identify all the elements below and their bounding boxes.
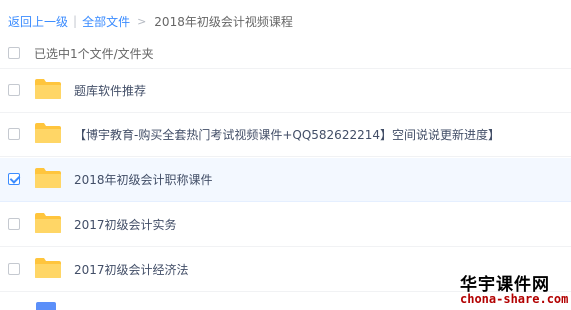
file-name[interactable]: 2017初级会计实务 [74, 216, 177, 233]
watermark-url: chona-share.com [460, 292, 569, 306]
row-checkbox[interactable] [8, 263, 20, 275]
select-all-checkbox[interactable] [8, 47, 20, 59]
file-name[interactable]: 2017初级会计经济法 [74, 261, 189, 278]
folder-icon [34, 257, 62, 279]
selection-count-label: 已选中1个文件/文件夹 [34, 46, 154, 61]
folder-icon [34, 212, 62, 234]
breadcrumb-separator: | [73, 14, 78, 28]
selection-header: 已选中1个文件/文件夹 [0, 38, 571, 69]
breadcrumb: 返回上一级 | 全部文件 > 2018年初级会计视频课程 [8, 12, 293, 30]
file-row[interactable]: 2017初级会计实务 [0, 203, 571, 247]
file-name[interactable]: 题库软件推荐 [74, 82, 146, 99]
row-checkbox[interactable] [8, 84, 20, 96]
row-checkbox[interactable] [8, 218, 20, 230]
folder-icon [34, 78, 62, 100]
file-row[interactable]: 2018年初级会计职称课件 [0, 158, 571, 202]
file-row[interactable]: 【博宇教育-购买全套热门考试视频课件+QQ582622214】空间说说更新进度】 [0, 113, 571, 157]
folder-icon [34, 122, 62, 144]
row-checkbox-checked[interactable] [8, 173, 20, 185]
back-link[interactable]: 返回上一级 [8, 13, 68, 30]
file-name[interactable]: 【博宇教育-购买全套热门考试视频课件+QQ582622214】空间说说更新进度】 [74, 126, 500, 143]
chevron-right-icon: > [137, 14, 147, 28]
folder-icon [34, 167, 62, 189]
file-name[interactable]: 2018年初级会计职称课件 [74, 171, 213, 188]
file-icon [36, 302, 56, 310]
breadcrumb-current: 2018年初级会计视频课程 [154, 14, 293, 29]
all-files-link[interactable]: 全部文件 [82, 13, 130, 30]
file-row[interactable]: 题库软件推荐 [0, 69, 571, 113]
row-checkbox[interactable] [8, 128, 20, 140]
